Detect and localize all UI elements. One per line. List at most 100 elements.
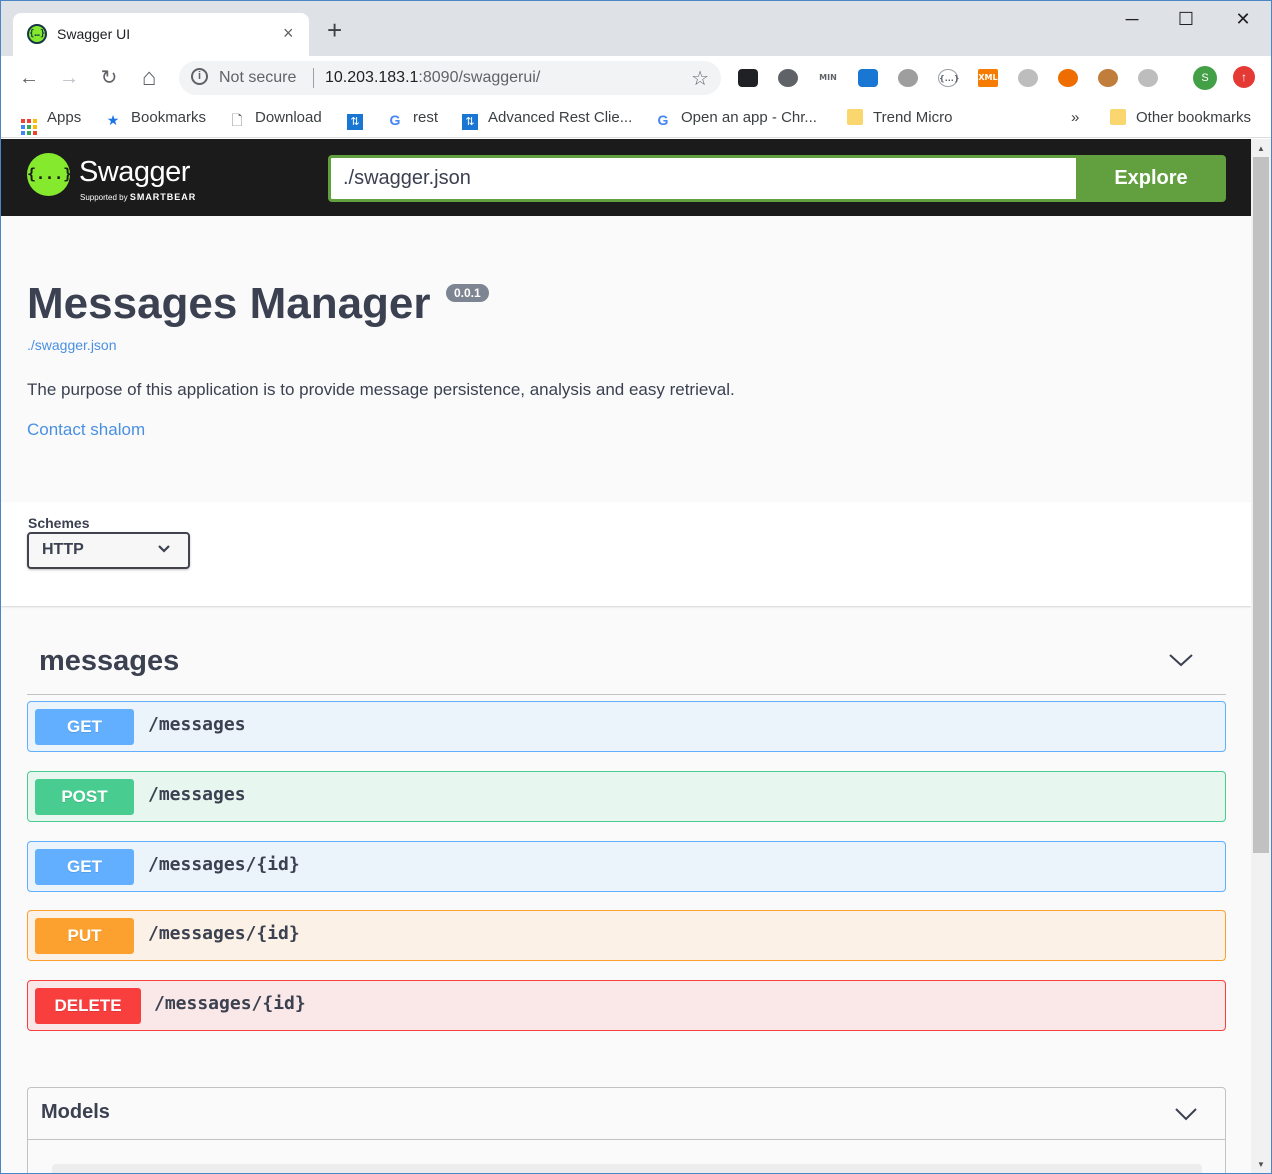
scroll-thumb[interactable] — [1253, 157, 1269, 853]
page-scrollbar[interactable]: ▲ ▼ — [1251, 139, 1271, 1173]
swagger-logo-icon[interactable]: {...} — [27, 153, 72, 196]
xml-icon[interactable]: XML — [978, 69, 998, 87]
new-tab-button[interactable]: + — [327, 17, 342, 43]
model-container[interactable] — [52, 1164, 1202, 1173]
explore-button[interactable]: Explore — [1076, 155, 1226, 202]
operation-put-message-by-id[interactable]: PUT /messages/{id} — [27, 910, 1226, 961]
scroll-up-arrow-icon[interactable]: ▲ — [1251, 141, 1271, 157]
swagger-favicon-icon: {…} — [27, 24, 47, 44]
close-window-button[interactable]: ✕ — [1228, 9, 1258, 30]
tag-messages-header[interactable]: messages — [27, 631, 1226, 695]
bookmark-advanced-rest-client[interactable]: ⇅ Advanced Rest Clie... — [462, 109, 632, 130]
profile-avatar[interactable]: S — [1193, 66, 1217, 90]
operation-path: /messages/{id} — [148, 854, 300, 875]
bookmark-label: Trend Micro — [873, 109, 953, 126]
star-icon: ★ — [106, 112, 120, 128]
back-button[interactable]: ← — [15, 64, 43, 92]
swagger-logo-name[interactable]: Swagger — [79, 156, 190, 189]
home-button[interactable]: ⌂ — [135, 64, 163, 92]
browser-toolbar: ← → ↻ ⌂ i Not secure 10.203.183.1:8090/s… — [1, 56, 1271, 100]
bookmark-label: Other bookmarks — [1136, 109, 1252, 126]
cookie-icon[interactable] — [1098, 69, 1118, 87]
forward-button[interactable]: → — [55, 64, 83, 92]
tab-strip: {…} Swagger UI × + ─ ☐ ✕ — [1, 1, 1271, 56]
circle-grey-icon[interactable] — [1018, 69, 1038, 87]
chevron-down-icon[interactable] — [1168, 651, 1194, 669]
other-bookmarks[interactable]: Other bookmarks — [1110, 109, 1251, 126]
operation-get-message-by-id[interactable]: GET /messages/{id} — [27, 841, 1226, 892]
bookmark-star-icon[interactable]: ☆ — [691, 66, 709, 91]
api-info: Messages Manager 0.0.1 ./swagger.json Th… — [27, 279, 735, 439]
swagger-topbar: {...} Swagger Supported by SMARTBEAR Exp… — [1, 139, 1251, 216]
bookmarks-overflow-button[interactable]: » — [1071, 109, 1079, 126]
update-icon[interactable]: ↑ — [1233, 66, 1255, 88]
method-badge: GET — [35, 849, 134, 885]
models-header[interactable]: Models — [28, 1088, 1225, 1140]
logo-sub-brand: SMARTBEAR — [129, 192, 197, 202]
api-description: The purpose of this application is to pr… — [27, 380, 735, 399]
sync-icon[interactable] — [778, 69, 798, 87]
chevron-down-icon[interactable] — [1174, 1106, 1198, 1122]
method-badge: DELETE — [35, 988, 141, 1024]
bookmark-arc[interactable]: ⇅ — [347, 109, 373, 130]
security-status: Not secure — [219, 69, 297, 86]
operation-post-messages[interactable]: POST /messages — [27, 771, 1226, 822]
maximize-button[interactable]: ☐ — [1171, 9, 1201, 30]
bluescreen-icon[interactable] — [858, 69, 878, 87]
minimize-button[interactable]: ─ — [1117, 9, 1147, 30]
bookmark-trend-micro[interactable]: Trend Micro — [847, 109, 952, 126]
lifebuoy-icon[interactable] — [1058, 69, 1078, 87]
swagger-page: {...} Swagger Supported by SMARTBEAR Exp… — [1, 139, 1251, 1173]
spec-url-input[interactable] — [328, 155, 1078, 202]
url-host: 10.203.183.1 — [325, 69, 419, 86]
bookmark-label: Apps — [47, 109, 82, 126]
speech-bubble-icon[interactable] — [898, 69, 918, 87]
chevron-down-icon — [158, 545, 170, 553]
schemes-section: Schemes HTTP — [1, 502, 1251, 606]
cast-icon[interactable] — [1138, 69, 1158, 87]
method-badge: GET — [35, 709, 134, 745]
folder-icon — [847, 109, 863, 125]
bookmark-download[interactable]: 🗋 Download — [229, 109, 321, 128]
folder-icon — [1110, 109, 1126, 125]
info-icon[interactable]: i — [191, 68, 208, 85]
address-bar[interactable]: i Not secure 10.203.183.1:8090/swaggerui… — [179, 61, 721, 95]
tab-swagger-ui[interactable]: {…} Swagger UI × — [13, 13, 309, 56]
version-badge: 0.0.1 — [446, 284, 489, 302]
bookmark-label: Open an app - Chr... — [681, 109, 817, 126]
operation-path: /messages — [148, 784, 246, 805]
tab-close-icon[interactable]: × — [283, 23, 294, 43]
bookmark-label: rest — [413, 109, 439, 126]
url-text[interactable]: 10.203.183.1:8090/swaggerui/ — [325, 69, 540, 87]
operation-get-messages[interactable]: GET /messages — [27, 701, 1226, 752]
omnibox-divider — [313, 68, 314, 88]
bookmarks-bar: Apps ★ Bookmarks 🗋 Download ⇅ Grest ⇅ Advan… — [1, 100, 1271, 138]
bookmark-label: Advanced Rest Clie... — [488, 109, 633, 126]
reload-button[interactable]: ↻ — [95, 64, 123, 92]
min-icon[interactable]: MIN — [818, 69, 838, 87]
models-title: Models — [41, 1101, 110, 1123]
api-title: Messages Manager — [27, 279, 431, 328]
method-badge: POST — [35, 779, 134, 815]
arc-icon: ⇅ — [462, 114, 478, 130]
bookmark-open-an-app[interactable]: G Open an app - Chr... — [655, 109, 817, 128]
operation-delete-message-by-id[interactable]: DELETE /messages/{id} — [27, 980, 1226, 1031]
contact-link[interactable]: Contact shalom — [27, 420, 145, 440]
google-icon: G — [389, 112, 401, 128]
scroll-down-arrow-icon[interactable]: ▼ — [1251, 1157, 1271, 1173]
operation-path: /messages/{id} — [154, 993, 306, 1014]
schemes-select[interactable]: HTTP — [27, 532, 190, 569]
tab-title: Swagger UI — [57, 26, 131, 42]
url-path: :8090/swaggerui/ — [418, 69, 541, 86]
bookmark-label: Bookmarks — [131, 109, 207, 126]
spec-link[interactable]: ./swagger.json — [27, 337, 117, 353]
logo-sub-prefix: Supported by — [80, 193, 130, 202]
incognito-spy-icon[interactable] — [738, 69, 758, 87]
bookmark-rest[interactable]: Grest — [387, 109, 438, 128]
operation-path: /messages/{id} — [148, 923, 300, 944]
bookmark-bookmarks[interactable]: ★ Bookmarks — [105, 109, 206, 128]
arc-icon: ⇅ — [347, 114, 363, 130]
json-braces-icon[interactable]: {...} — [938, 69, 960, 87]
bookmark-apps[interactable]: Apps — [21, 109, 81, 135]
method-badge: PUT — [35, 918, 134, 954]
